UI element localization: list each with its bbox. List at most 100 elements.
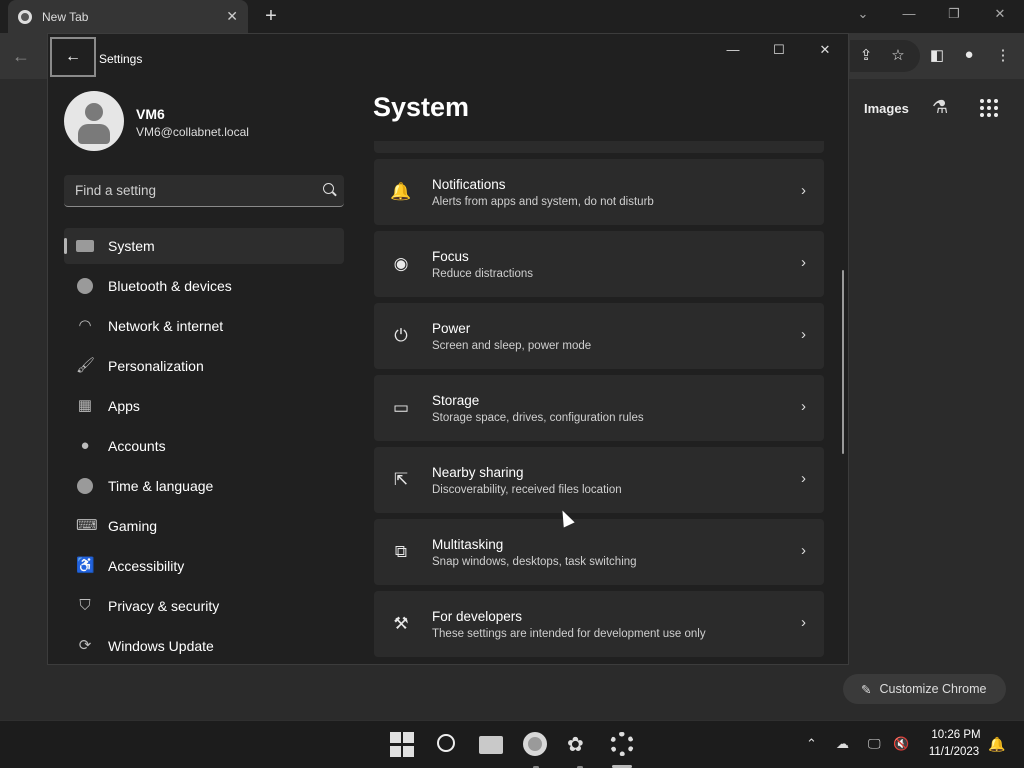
chrome-restore-icon[interactable]: ❐ — [944, 6, 964, 22]
sidebar-item-label: Privacy & security — [108, 598, 220, 614]
search-box[interactable] — [64, 175, 344, 207]
sidebar-item-label: Apps — [108, 398, 140, 414]
settings-taskbar-button[interactable] — [610, 732, 636, 758]
images-link[interactable]: Images — [864, 101, 909, 116]
settings-card-developers[interactable]: ⚒ For developers These settings are inte… — [374, 591, 824, 657]
taskbar: ✿ ⌃ ☁ 🖵 🔇 10:26 PM 11/1/2023 🔔 — [0, 720, 1024, 768]
maximize-icon[interactable]: ☐ — [764, 42, 794, 58]
content-scrollbar[interactable] — [842, 270, 844, 454]
google-apps-icon[interactable] — [980, 99, 998, 117]
app-title: Settings — [99, 52, 143, 66]
labs-flask-icon[interactable]: ⚗ — [932, 97, 948, 118]
sidebar-item-windows-update[interactable]: ⟳ Windows Update — [64, 628, 344, 664]
chrome-close-icon[interactable]: ✕ — [990, 6, 1010, 22]
settings-card-notifications[interactable]: 🔔 Notifications Alerts from apps and sys… — [374, 159, 824, 225]
card-title: Notifications — [432, 177, 506, 192]
sidebar-item-apps[interactable]: ▦ Apps — [64, 388, 344, 424]
share-icon: ⇱ — [393, 470, 409, 489]
new-tab-button[interactable]: + — [260, 5, 282, 27]
chrome-favicon-icon — [18, 9, 32, 24]
minimize-icon[interactable]: — — [718, 42, 748, 57]
bookmark-star-icon[interactable]: ☆ — [888, 46, 908, 64]
sidebar-item-label: Accounts — [108, 438, 166, 454]
card-description: Discoverability, received files location — [432, 484, 622, 496]
share-icon[interactable]: ⇪ — [856, 46, 876, 64]
user-email: VM6@collabnet.local — [136, 125, 249, 139]
wifi-icon: ◠ — [78, 317, 92, 334]
chevron-right-icon: › — [801, 182, 806, 199]
customize-chrome-button[interactable]: ✎ Customize Chrome — [843, 674, 1006, 704]
search-icon[interactable] — [323, 183, 334, 194]
avatar — [64, 91, 124, 151]
multitask-icon: ⧉ — [394, 542, 408, 561]
chrome-minimize-icon[interactable]: — — [899, 6, 919, 21]
sidebar-item-label: Accessibility — [108, 558, 185, 574]
settings-card-storage[interactable]: ▭ Storage Storage space, drives, configu… — [374, 375, 824, 441]
chevron-right-icon: › — [801, 398, 806, 415]
side-panel-icon[interactable]: ◧ — [927, 46, 947, 64]
card-description: Storage space, drives, configuration rul… — [432, 412, 644, 424]
tab-close-icon[interactable]: ✕ — [226, 8, 238, 25]
clock-time[interactable]: 10:26 PM — [928, 729, 984, 741]
shield-icon: ⛉ — [79, 597, 91, 614]
close-icon[interactable]: ✕ — [810, 42, 840, 58]
card-description: These settings are intended for developm… — [432, 628, 706, 640]
gamepad-icon: ⌨ — [76, 517, 98, 534]
card-title: Power — [432, 321, 471, 336]
chrome-taskbar-button[interactable] — [523, 732, 549, 758]
sidebar-item-system[interactable]: System — [64, 228, 344, 264]
back-button[interactable]: ← — [50, 37, 96, 77]
sidebar-item-personalization[interactable]: 🖌 Personalization — [64, 348, 344, 384]
power-icon: ⏻ — [394, 326, 408, 345]
profile-icon[interactable]: ● — [959, 46, 979, 63]
sidebar-item-accessibility[interactable]: ♿ Accessibility — [64, 548, 344, 584]
developer-tools-icon: ⚒ — [393, 614, 409, 633]
sidebar-item-time-language[interactable]: Time & language — [64, 468, 344, 504]
chrome-tab-title: New Tab — [42, 9, 89, 24]
user-name: VM6 — [136, 106, 165, 122]
settings-content: 🔔 Notifications Alerts from apps and sys… — [374, 141, 824, 664]
update-icon: ⟳ — [78, 637, 92, 654]
storage-icon: ▭ — [392, 398, 410, 417]
start-button[interactable] — [390, 732, 416, 758]
card-title: Storage — [432, 393, 480, 408]
sidebar-item-bluetooth[interactable]: Bluetooth & devices — [64, 268, 344, 304]
settings-card-focus[interactable]: ◉ Focus Reduce distractions › — [374, 231, 824, 297]
chrome-menu-icon[interactable]: ⋮ — [993, 46, 1013, 64]
notifications-bell-icon[interactable]: 🔔 — [988, 736, 1005, 753]
network-icon[interactable]: 🖵 — [868, 736, 881, 752]
chrome-tab-bar: New Tab ✕ + ⌄ — ❐ ✕ — [0, 0, 1024, 33]
chrome-tab[interactable]: New Tab ✕ — [8, 0, 248, 33]
card-description: Alerts from apps and system, do not dist… — [432, 196, 654, 208]
search-input[interactable] — [64, 175, 314, 205]
monitor-icon — [76, 237, 94, 255]
card-title: For developers — [432, 609, 523, 624]
show-hidden-icons-chevron-icon[interactable]: ⌃ — [806, 736, 817, 752]
sidebar-item-accounts[interactable]: ● Accounts — [64, 428, 344, 464]
settings-card-nearby-sharing[interactable]: ⇱ Nearby sharing Discoverability, receiv… — [374, 447, 824, 513]
sidebar-item-privacy[interactable]: ⛉ Privacy & security — [64, 588, 344, 624]
settings-card-power[interactable]: ⏻ Power Screen and sleep, power mode › — [374, 303, 824, 369]
chrome-back-icon[interactable]: ← — [12, 46, 30, 67]
globe-clock-icon — [76, 477, 94, 495]
volume-muted-icon[interactable]: 🔇 — [893, 736, 909, 752]
sidebar-item-network[interactable]: ◠ Network & internet — [64, 308, 344, 344]
pencil-icon: ✎ — [861, 682, 872, 697]
settings-card-multitasking[interactable]: ⧉ Multitasking Snap windows, desktops, t… — [374, 519, 824, 585]
paint-taskbar-button[interactable]: ✿ — [567, 732, 593, 758]
focus-icon: ◉ — [393, 254, 409, 273]
taskbar-search-button[interactable] — [435, 732, 461, 758]
settings-card-partial[interactable] — [374, 141, 824, 153]
page-title: System — [373, 92, 470, 122]
chevron-right-icon: › — [801, 542, 806, 559]
settings-titlebar: ← Settings — ☐ ✕ — [48, 34, 848, 82]
onedrive-icon[interactable]: ☁ — [836, 736, 849, 752]
tab-search-chevron-icon[interactable]: ⌄ — [853, 6, 873, 22]
sidebar-item-label: Network & internet — [108, 318, 224, 334]
file-explorer-button[interactable] — [479, 732, 505, 758]
sidebar-item-label: Time & language — [108, 478, 214, 494]
sidebar-item-label: Bluetooth & devices — [108, 278, 232, 294]
sidebar-item-label: System — [108, 238, 155, 254]
sidebar-item-gaming[interactable]: ⌨ Gaming — [64, 508, 344, 544]
clock-date[interactable]: 11/1/2023 — [924, 746, 984, 758]
